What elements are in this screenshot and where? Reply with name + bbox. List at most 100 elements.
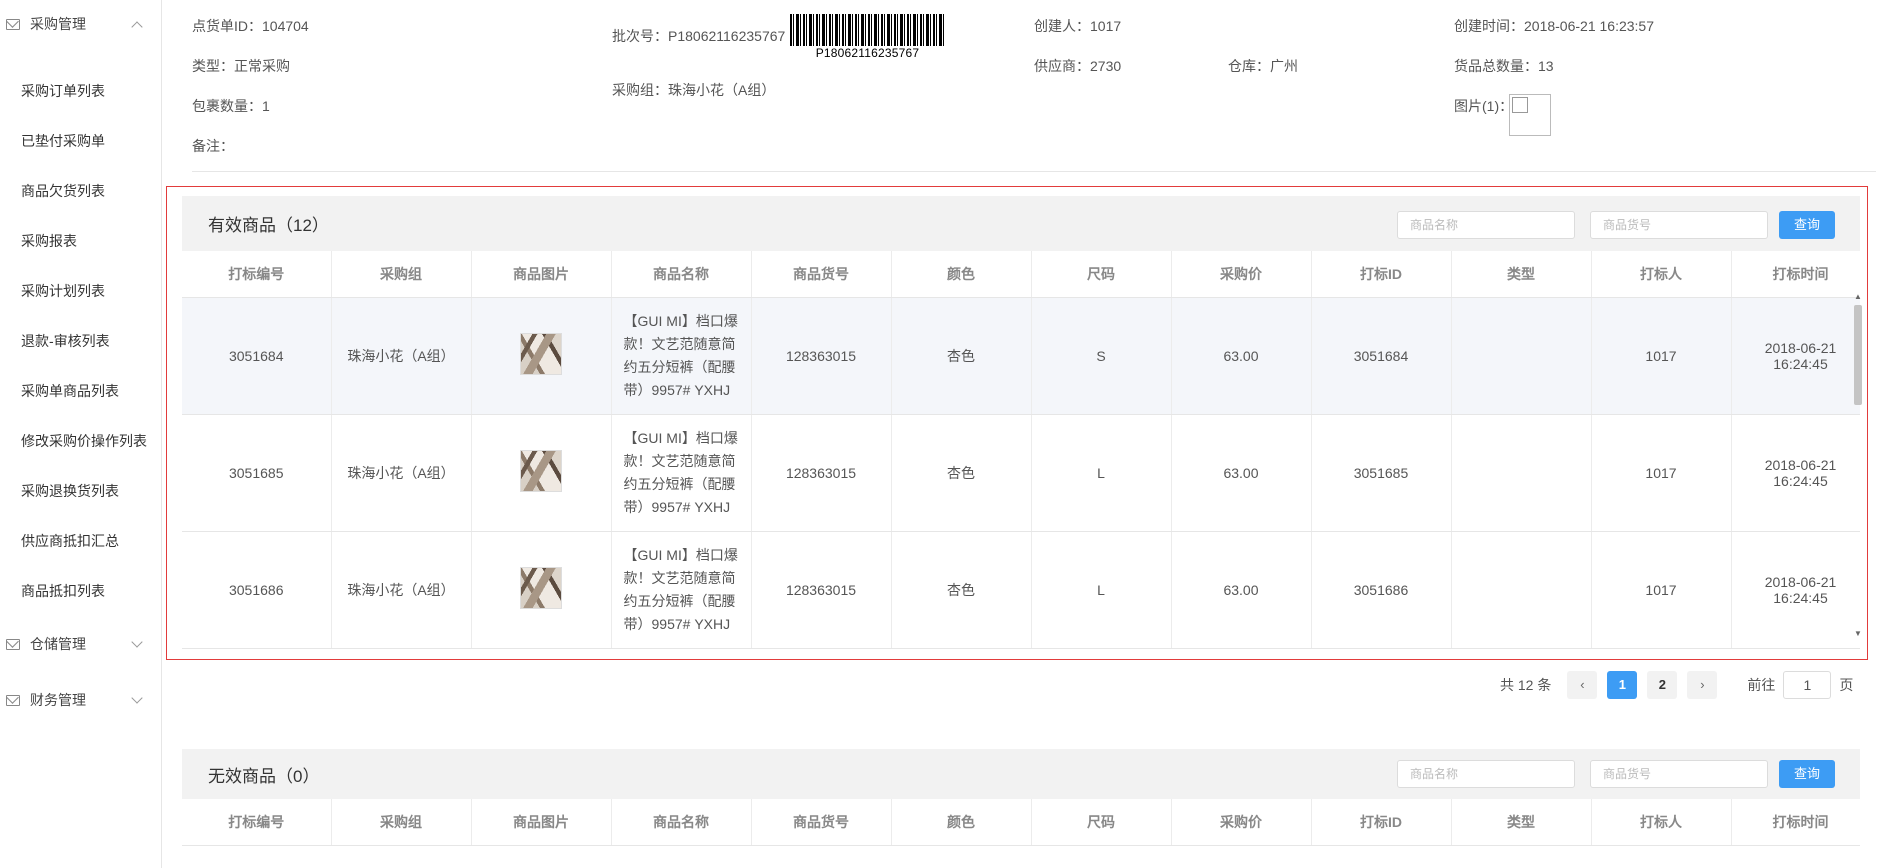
cell-mark-id: 3051686	[1311, 531, 1452, 649]
sidebar-item-refund-review[interactable]: 退款-审核列表	[0, 316, 161, 366]
field-value: 1	[262, 98, 270, 114]
sidebar-item-purchase-plans[interactable]: 采购计划列表	[0, 266, 161, 316]
column-header-name[interactable]: 商品名称	[611, 251, 752, 298]
cell-color: 杏色	[891, 414, 1032, 532]
cell-group: 珠海小花（A组）	[331, 297, 472, 415]
column-header-mark-id[interactable]: 打标ID	[1311, 251, 1452, 298]
sidebar-item-purchase-orders[interactable]: 采购订单列表	[0, 66, 161, 116]
column-header-code[interactable]: 商品货号	[751, 799, 892, 846]
query-button[interactable]: 查询	[1779, 211, 1835, 239]
pagination-page-2[interactable]: 2	[1647, 671, 1678, 699]
valid-products-panel: 有效商品（12） 商品名称 商品货号 查询 打标编号 采购组 商品图片 商品名称…	[182, 196, 1860, 651]
warehouse-field: 仓库：广州	[1228, 56, 1298, 76]
created-time-field: 创建时间：2018-06-21 16:23:57	[1454, 16, 1654, 36]
field-value: 2018-06-21 16:23:57	[1524, 18, 1654, 34]
table-row[interactable]: 3051685 珠海小花（A组） 【GUI MI】档口爆款！文艺范随意简约五分短…	[182, 414, 1860, 532]
field-value: 104704	[262, 18, 309, 34]
mail-icon	[6, 638, 20, 650]
pagination-prev-button[interactable]: ‹	[1567, 671, 1598, 699]
column-header-mark-id[interactable]: 打标ID	[1311, 799, 1452, 846]
sidebar-item-backorders[interactable]: 商品欠货列表	[0, 166, 161, 216]
pagination-next-button[interactable]: ›	[1687, 671, 1718, 699]
field-value: 正常采购	[234, 58, 290, 74]
cell-type	[1451, 414, 1592, 532]
column-header-size[interactable]: 尺码	[1031, 799, 1172, 846]
image-field: 图片(1)：	[1454, 96, 1513, 116]
product-code-search-input[interactable]: 商品货号	[1590, 760, 1768, 788]
barcode: P18062116235767	[790, 14, 945, 60]
sidebar-item-price-change-log[interactable]: 修改采购价操作列表	[0, 416, 161, 466]
cell-marker: 1017	[1591, 297, 1732, 415]
column-header-mark-no[interactable]: 打标编号	[182, 799, 332, 846]
cell-marker: 1017	[1591, 414, 1732, 532]
column-header-marker[interactable]: 打标人	[1591, 799, 1732, 846]
mail-icon	[6, 694, 20, 706]
product-name-search-input[interactable]: 商品名称	[1397, 760, 1575, 788]
column-header-group[interactable]: 采购组	[331, 251, 472, 298]
sidebar-group-purchase[interactable]: 采购管理	[0, 0, 161, 48]
pagination: 共 12 条 ‹ 1 2 › 前往 1 页	[1500, 670, 1853, 700]
type-field: 类型：正常采购	[192, 56, 290, 76]
table-row[interactable]: 3051686 珠海小花（A组） 【GUI MI】档口爆款！文艺范随意简约五分短…	[182, 531, 1860, 649]
valid-products-title: 有效商品（12）	[208, 216, 329, 235]
product-thumbnail[interactable]	[520, 450, 562, 492]
sidebar-item-prepaid-orders[interactable]: 已垫付采购单	[0, 116, 161, 166]
column-header-time[interactable]: 打标时间	[1731, 251, 1860, 298]
sidebar-item-supplier-deductions[interactable]: 供应商抵扣汇总	[0, 516, 161, 566]
sidebar-item-purchase-report[interactable]: 采购报表	[0, 216, 161, 266]
remark-field: 备注：	[192, 136, 234, 156]
sidebar-item-order-products[interactable]: 采购单商品列表	[0, 366, 161, 416]
table-row[interactable]: 3051684 珠海小花（A组） 【GUI MI】档口爆款！文艺范随意简约五分短…	[182, 297, 1860, 415]
column-header-mark-no[interactable]: 打标编号	[182, 251, 332, 298]
column-header-price[interactable]: 采购价	[1171, 251, 1312, 298]
cell-code: 128363015	[751, 531, 892, 649]
sidebar-group-label: 采购管理	[30, 16, 86, 32]
sidebar-item-product-deductions[interactable]: 商品抵扣列表	[0, 566, 161, 616]
table-header-row: 打标编号 采购组 商品图片 商品名称 商品货号 颜色 尺码 采购价 打标ID 类…	[182, 251, 1860, 298]
sidebar: 采购管理 采购订单列表 已垫付采购单 商品欠货列表 采购报表 采购计划列表 退款…	[0, 0, 162, 868]
column-header-time[interactable]: 打标时间	[1731, 799, 1860, 846]
cell-image	[471, 531, 612, 649]
column-header-code[interactable]: 商品货号	[751, 251, 892, 298]
barcode-number: P18062116235767	[815, 46, 920, 60]
scroll-down-arrow-icon[interactable]: ▼	[1854, 630, 1862, 638]
column-header-type[interactable]: 类型	[1451, 799, 1592, 846]
cell-code: 128363015	[751, 297, 892, 415]
field-label: 备注：	[192, 138, 234, 154]
cell-mark-id: 3051685	[1311, 414, 1452, 532]
cell-mark-no: 3051686	[182, 531, 332, 649]
cell-size: L	[1031, 531, 1172, 649]
sidebar-group-label: 仓储管理	[30, 636, 86, 652]
pagination-total: 共 12 条	[1500, 677, 1552, 693]
pagination-goto-input[interactable]: 1	[1783, 671, 1832, 699]
product-thumbnail[interactable]	[520, 333, 562, 375]
column-header-group[interactable]: 采购组	[331, 799, 472, 846]
attachment-thumbnail[interactable]	[1509, 94, 1551, 136]
column-header-color[interactable]: 颜色	[891, 799, 1032, 846]
order-info: 点货单ID：104704 批次号：P18062116235767 创建人：101…	[192, 0, 1876, 172]
product-code-search-input[interactable]: 商品货号	[1590, 211, 1768, 239]
table-scrollbar-thumb[interactable]	[1854, 305, 1862, 405]
column-header-image[interactable]: 商品图片	[471, 799, 612, 846]
sidebar-group-warehouse[interactable]: 仓储管理	[0, 616, 161, 672]
column-header-marker[interactable]: 打标人	[1591, 251, 1732, 298]
column-header-type[interactable]: 类型	[1451, 251, 1592, 298]
cell-name: 【GUI MI】档口爆款！文艺范随意简约五分短裤（配腰带）9957# YXHJ	[611, 414, 752, 532]
pagination-page-1[interactable]: 1	[1607, 671, 1638, 699]
cell-marker: 1017	[1591, 531, 1732, 649]
invalid-products-panel: 无效商品（0） 商品名称 商品货号 查询 打标编号 采购组 商品图片 商品名称 …	[182, 749, 1860, 868]
cell-price: 63.00	[1171, 414, 1312, 532]
column-header-image[interactable]: 商品图片	[471, 251, 612, 298]
column-header-size[interactable]: 尺码	[1031, 251, 1172, 298]
cell-mark-no: 3051684	[182, 297, 332, 415]
column-header-price[interactable]: 采购价	[1171, 799, 1312, 846]
column-header-color[interactable]: 颜色	[891, 251, 1032, 298]
sidebar-group-finance[interactable]: 财务管理	[0, 672, 161, 728]
scroll-up-arrow-icon[interactable]: ▲	[1854, 293, 1862, 301]
query-button[interactable]: 查询	[1779, 760, 1835, 788]
product-name-search-input[interactable]: 商品名称	[1397, 211, 1575, 239]
field-label: 创建时间：	[1454, 18, 1524, 34]
sidebar-item-returns[interactable]: 采购退换货列表	[0, 466, 161, 516]
product-thumbnail[interactable]	[520, 567, 562, 609]
column-header-name[interactable]: 商品名称	[611, 799, 752, 846]
